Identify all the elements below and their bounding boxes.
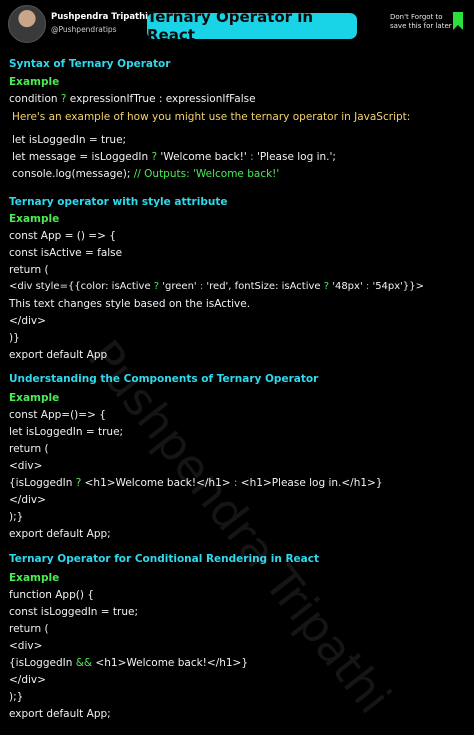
example-label: Example — [9, 572, 60, 584]
code-line: const isLoggedIn = true; — [9, 606, 139, 618]
code-text: <h1>Please log in.</h1>} — [237, 477, 383, 489]
code-line: export default App — [9, 349, 108, 361]
code-line: );} — [9, 511, 24, 523]
code-line: let message = isLoggedIn ? 'Welcome back… — [12, 150, 336, 164]
save-reminder-line1: Don't Forgot to — [390, 13, 443, 21]
code-line: export default App; — [9, 528, 111, 540]
code-text: 'Please log in.'; — [253, 151, 336, 163]
avatar — [8, 5, 46, 43]
code-text: let message = isLoggedIn — [12, 151, 152, 163]
syntax-line: condition ? expressionIfTrue : expressio… — [9, 92, 256, 106]
code-line: This text changes style based on the isA… — [9, 298, 251, 310]
page-title: Ternary Operator in React — [147, 8, 357, 44]
code-line: let isLoggedIn = true; — [12, 134, 127, 146]
code-line: return ( — [9, 623, 49, 635]
code-line: {isLoggedIn && <h1>Welcome back!</h1>} — [9, 656, 248, 670]
author-name: Pushpendra Tripathi — [51, 12, 149, 22]
code-line: let isLoggedIn = true; — [9, 426, 124, 438]
bookmark-icon[interactable] — [452, 12, 464, 30]
example-label: Example — [9, 392, 60, 404]
section-heading: Understanding the Components of Ternary … — [9, 373, 319, 385]
code-line: <div> — [9, 640, 43, 652]
code-text: {isLoggedIn — [9, 477, 76, 489]
code-text: <h1>Welcome back!</h1>} — [92, 657, 249, 669]
code-text: 'Welcome back!' — [157, 151, 251, 163]
code-line: </div> — [9, 674, 46, 686]
code-text: 'green' — [159, 281, 200, 292]
code-line: </div> — [9, 315, 46, 327]
save-reminder: Don't Forgot to save this for later — [390, 13, 452, 31]
code-text: 'red', fontSize: isActive — [203, 281, 324, 292]
section-heading: Ternary operator with style attribute — [9, 196, 228, 208]
code-text: condition — [9, 93, 61, 105]
section-heading: Syntax of Ternary Operator — [9, 58, 171, 70]
code-text: '48px' — [329, 281, 366, 292]
operator: && — [75, 657, 93, 669]
code-line: function App() { — [9, 589, 94, 601]
code-comment: // Outputs: 'Welcome back!' — [133, 168, 280, 180]
code-text: expressionIfTrue : expressionIfFalse — [66, 93, 256, 105]
code-text: console.log(message); — [12, 168, 134, 180]
code-line: )} — [9, 332, 20, 344]
section-heading: Ternary Operator for Conditional Renderi… — [9, 553, 319, 565]
code-line: {isLoggedIn ? <h1>Welcome back!</h1> : <… — [9, 476, 383, 490]
code-line: export default App; — [9, 708, 111, 720]
example-label: Example — [9, 76, 60, 88]
code-line: return ( — [9, 443, 49, 455]
code-line: <div> — [9, 460, 43, 472]
code-line: </div> — [9, 494, 46, 506]
code-line: );} — [9, 691, 24, 703]
code-text: <div style={{color: isActive — [9, 281, 154, 292]
author-handle: @Pushpendratips — [51, 25, 117, 34]
code-line: <div style={{color: isActive ? 'green' :… — [9, 280, 424, 294]
code-line: const App=()=> { — [9, 409, 106, 421]
code-line: const App = () => { — [9, 230, 116, 242]
code-line: return ( — [9, 264, 49, 276]
code-text: {isLoggedIn — [9, 657, 76, 669]
header: Pushpendra Tripathi @Pushpendratips Tern… — [0, 0, 474, 48]
code-text: <h1>Welcome back!</h1> — [81, 477, 234, 489]
example-label: Example — [9, 213, 60, 225]
code-line: console.log(message); // Outputs: 'Welco… — [12, 167, 279, 181]
save-reminder-line2: save this for later — [390, 22, 452, 30]
code-text: '54px'}}> — [369, 281, 425, 292]
code-line: const isActive = false — [9, 247, 123, 259]
explanation-note: Here's an example of how you might use t… — [12, 111, 411, 123]
